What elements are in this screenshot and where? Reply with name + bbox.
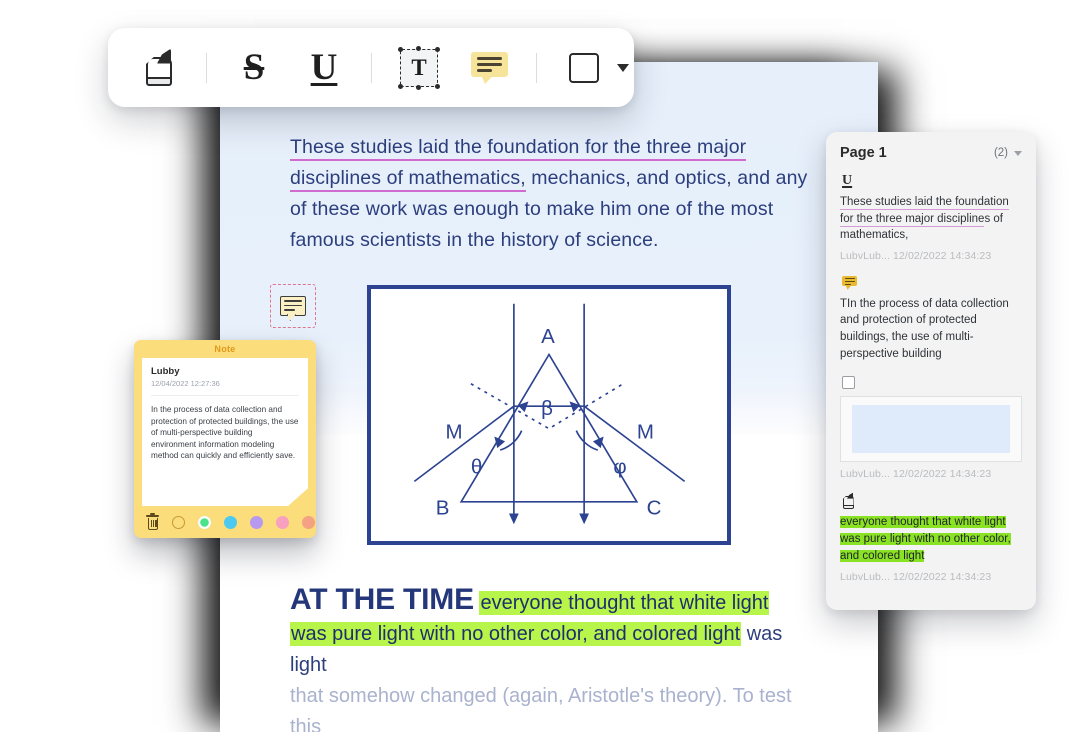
page-heading: AT THE TIME (290, 583, 474, 616)
blue-rectangle-preview (852, 405, 1010, 454)
sidebar-count-dropdown[interactable]: (2) (994, 147, 1022, 159)
annotation-quote: These studies laid the foundation for th… (840, 194, 1022, 244)
annotation-toolbar[interactable]: S U T (108, 28, 634, 107)
sticky-note-timestamp: 12/04/2022 12:27:36 (151, 379, 220, 388)
trash-icon[interactable] (146, 512, 159, 530)
sidebar-annotation-shape[interactable]: LubvLub... 12/02/2022 14:34:23 (840, 374, 1022, 489)
text-box-t-icon: T (398, 45, 440, 90)
square-shape-icon (842, 376, 855, 390)
sticky-note-author: Lubby (151, 366, 180, 377)
highlight-annotation-1[interactable]: everyone thought that white light (479, 591, 770, 615)
figure-label-M-left: M (446, 420, 463, 443)
annotation-type-icon (842, 374, 1022, 391)
app-root: These studies laid the foundation for th… (0, 0, 1085, 732)
underline-u-icon: U (310, 47, 338, 88)
prism-diagram-svg: A B C M M β θ φ (376, 294, 722, 536)
sticky-note-title: Note (214, 344, 236, 354)
figure-label-theta: θ (471, 456, 482, 479)
figure-label-B: B (436, 497, 450, 520)
sticky-note-toolbar (134, 506, 316, 538)
highlighter-tool-button[interactable] (130, 41, 188, 95)
strikethrough-s-icon: S (243, 47, 265, 88)
paragraph-tail: that somehow changed (again, Aristotle's… (290, 685, 792, 732)
shape-tool-button[interactable] (555, 41, 613, 95)
color-purple-swatch[interactable] (250, 515, 263, 529)
figure-label-phi: φ (613, 456, 626, 479)
note-bubble-icon (470, 52, 508, 84)
figure-label-beta: β (541, 397, 553, 420)
color-green-swatch[interactable] (198, 515, 211, 529)
underline-tool-button[interactable]: U (295, 41, 353, 95)
annotation-highlight-text: everyone thought that white light was pu… (840, 516, 1011, 562)
annotation-sidebar[interactable]: Page 1 (2) U These studies laid the foun… (826, 132, 1036, 610)
color-cyan-swatch[interactable] (224, 515, 237, 529)
square-shape-icon (569, 52, 599, 83)
comment-anchor-marker[interactable] (270, 284, 316, 328)
paragraph-top: These studies laid the foundation for th… (290, 132, 810, 256)
figure-label-C: C (647, 497, 662, 520)
figure-label-A: A (541, 325, 555, 348)
color-pink-swatch[interactable] (276, 515, 289, 529)
note-bubble-icon (842, 275, 857, 290)
annotation-meta: LubvLub... 12/02/2022 14:34:23 (840, 468, 992, 481)
highlighter-pen-icon (842, 492, 855, 509)
document-content: These studies laid the foundation for th… (220, 62, 878, 732)
caret-down-icon (1014, 150, 1022, 156)
sidebar-annotation-underline[interactable]: U These studies laid the foundation for … (840, 172, 1022, 271)
sticky-note-popup[interactable]: Note Lubby 12/04/2022 12:27:36 In the pr… (134, 340, 316, 538)
toolbar-divider (371, 52, 372, 83)
annotation-text: TIn the process of data collection and p… (840, 297, 1009, 360)
shape-tool-dropdown[interactable] (613, 63, 629, 72)
comment-bubble-icon (280, 296, 306, 321)
color-salmon-swatch[interactable] (302, 515, 315, 529)
figure-label-M-right: M (637, 420, 654, 443)
toolbar-divider (536, 52, 537, 83)
sticky-note-tool-button[interactable] (460, 41, 518, 95)
annotation-type-icon: U (842, 172, 1022, 189)
sticky-note-body[interactable]: In the process of data collection and pr… (151, 404, 299, 462)
sidebar-header: Page 1 (2) (840, 132, 1022, 169)
color-none-swatch[interactable] (172, 515, 185, 529)
toolbar-divider (206, 52, 207, 83)
annotation-thumbnail (840, 396, 1022, 463)
underline-u-icon: U (842, 172, 853, 188)
strikeout-tool-button[interactable]: S (225, 41, 283, 95)
sidebar-annotation-note[interactable]: TIn the process of data collection and p… (840, 274, 1022, 371)
sticky-note-card: Lubby 12/04/2022 12:27:36 In the process… (142, 358, 308, 506)
caret-down-icon (617, 63, 629, 72)
annotation-count: (2) (993, 147, 1008, 159)
annotation-meta: LubvLub... 12/02/2022 14:34:23 (840, 570, 992, 583)
body-text-block: AT THE TIME everyone thought that white … (290, 584, 820, 732)
sticky-note-divider (151, 395, 299, 396)
annotation-type-icon (842, 274, 1022, 291)
prism-refraction-figure[interactable]: A B C M M β θ φ (367, 285, 731, 545)
free-text-tool-button[interactable]: T (390, 41, 448, 95)
annotation-meta: LubvLub... 12/02/2022 14:34:23 (840, 249, 992, 262)
highlight-annotation-2[interactable]: was pure light with no other color, and … (290, 622, 742, 646)
annotation-type-icon (842, 492, 1022, 509)
sidebar-page-title: Page 1 (840, 145, 887, 161)
document-page[interactable]: These studies laid the foundation for th… (220, 62, 878, 732)
highlighter-pen-icon (144, 48, 174, 87)
sidebar-annotation-highlight[interactable]: everyone thought that white light was pu… (840, 492, 1022, 591)
